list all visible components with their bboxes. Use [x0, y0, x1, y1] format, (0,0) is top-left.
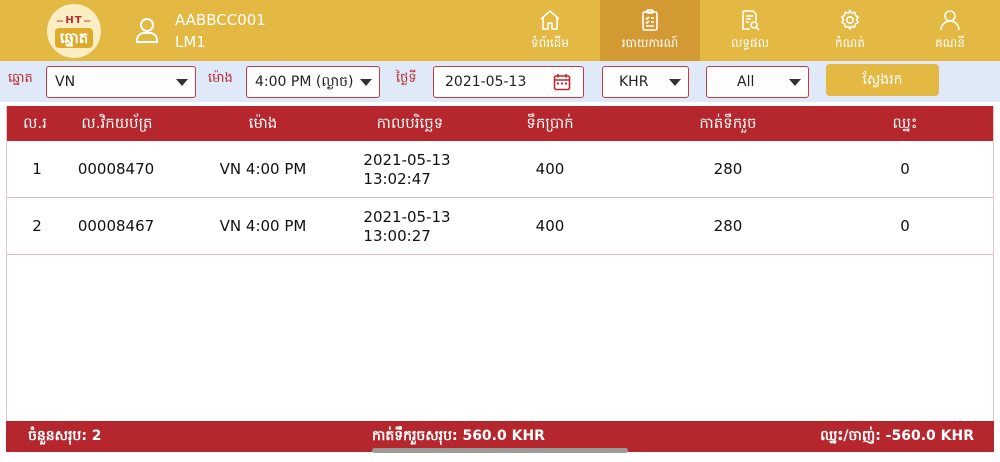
column-header-time: ម៉ោង — [248, 114, 278, 132]
user-info: AABBCC001 LM1 — [175, 9, 266, 53]
username: AABBCC001 — [175, 11, 266, 29]
win-lose-total: ឈ្នះ/ចាញ់: -560.0 KHR — [820, 428, 974, 444]
row-no: 2 — [32, 217, 42, 235]
gear-icon — [840, 8, 860, 31]
lottery-select[interactable]: VN — [46, 66, 196, 98]
row-clock: 13:02:47 — [363, 169, 431, 188]
table-row[interactable]: 2 00008467 VN 4:00 PM 2021-05-13 13:00:2… — [7, 198, 993, 255]
nav-report[interactable]: របាយការណ៍ — [600, 0, 700, 61]
result-icon — [742, 10, 760, 31]
lottery-label: ឆ្នោត — [8, 71, 33, 86]
column-header-no: ល.រ — [23, 114, 47, 132]
time-value: 4:00 PM (ល្ងាច) — [255, 74, 354, 90]
chevron-down-icon — [669, 79, 681, 86]
nav-home-label: ទំព័រដើម — [530, 36, 570, 50]
logo-title: ឆ្នោត — [54, 27, 94, 48]
report-table: ល.រ ល.វិកយប័ត្រ ម៉ោង កាលបរិច្ឆេទ ទឹកប្រា… — [6, 106, 994, 421]
row-date: 2021-05-13 — [363, 150, 451, 169]
nav-home[interactable]: ទំព័រដើម — [500, 0, 600, 61]
row-win: 0 — [900, 217, 910, 235]
nav-settings[interactable]: កំណត់ — [800, 0, 900, 61]
user-icon — [136, 18, 158, 43]
logo-badge-text: HT — [55, 15, 92, 27]
row-date: 2021-05-13 — [363, 207, 451, 226]
row-amount: 400 — [535, 160, 565, 178]
row-datetime: 2021-05-13 13:02:47 — [363, 141, 450, 198]
column-header-net: កាត់ទឹករួច — [699, 114, 757, 132]
column-header-date: កាលបរិច្ឆេទ — [376, 114, 444, 132]
chevron-down-icon — [176, 79, 188, 86]
date-picker[interactable]: 2021-05-13 — [433, 66, 584, 98]
row-time: VN 4:00 PM — [219, 160, 307, 178]
main-nav: ទំព័រដើម របាយការណ៍ លទ្ធផល កំណត់ គណនី — [500, 0, 1000, 61]
nav-result-label: លទ្ធផល — [730, 36, 770, 50]
total-count: ចំនួនសរុប: 2 — [28, 428, 102, 444]
row-clock: 13:00:27 — [363, 226, 431, 245]
row-amount: 400 — [535, 217, 565, 235]
row-no: 1 — [32, 160, 42, 178]
chevron-down-icon — [360, 79, 372, 86]
table-row[interactable]: 1 00008470 VN 4:00 PM 2021-05-13 13:02:4… — [7, 141, 993, 198]
nav-result[interactable]: លទ្ធផល — [700, 0, 800, 61]
column-header-win: ឈ្នះ — [892, 114, 918, 132]
date-value: 2021-05-13 — [445, 74, 527, 90]
nav-report-label: របាយការណ៍ — [621, 36, 679, 50]
time-label: ម៉ោង — [208, 71, 233, 86]
status-value: All — [737, 74, 755, 90]
column-header-amount: ទឹកប្រាក់ — [526, 114, 574, 132]
nav-settings-label: កំណត់ — [835, 36, 865, 50]
calendar-icon — [553, 74, 571, 91]
home-indicator[interactable] — [372, 448, 628, 453]
table-header: ល.រ ល.វិកយប័ត្រ ម៉ោង កាលបរិច្ឆេទ ទឹកប្រា… — [7, 106, 993, 141]
row-invoice: 00008467 — [77, 217, 155, 235]
app-header: HT ឆ្នោត AABBCC001 LM1 ទំព័រដើម របាយការណ… — [0, 0, 1000, 61]
time-select[interactable]: 4:00 PM (ល្ងាច) — [246, 66, 380, 98]
user-level: LM1 — [175, 33, 206, 51]
app-logo: HT ឆ្នោត — [47, 4, 101, 58]
lottery-value: VN — [55, 74, 76, 90]
column-header-invoice: ល.វិកយប័ត្រ — [81, 114, 153, 132]
report-icon — [642, 9, 658, 31]
date-label: ថ្ងៃទី — [396, 71, 417, 86]
row-invoice: 00008470 — [77, 160, 155, 178]
chevron-down-icon — [789, 79, 801, 86]
row-time: VN 4:00 PM — [219, 217, 307, 235]
currency-select[interactable]: KHR — [602, 66, 689, 98]
home-icon — [540, 10, 560, 30]
currency-value: KHR — [619, 74, 649, 90]
nav-account[interactable]: គណនី — [900, 0, 1000, 61]
nav-account-label: គណនី — [935, 36, 965, 50]
filter-bar: ឆ្នោត VN ម៉ោង 4:00 PM (ល្ងាច) ថ្ងៃទី 202… — [0, 61, 1000, 102]
search-button[interactable]: ស្វែងរក — [826, 64, 939, 96]
row-net: 280 — [713, 217, 743, 235]
row-win: 0 — [900, 160, 910, 178]
status-select[interactable]: All — [706, 66, 809, 98]
account-icon — [940, 10, 960, 31]
search-button-label: ស្វែងរក — [862, 71, 903, 88]
row-net: 280 — [713, 160, 743, 178]
row-datetime: 2021-05-13 13:00:27 — [363, 198, 450, 255]
